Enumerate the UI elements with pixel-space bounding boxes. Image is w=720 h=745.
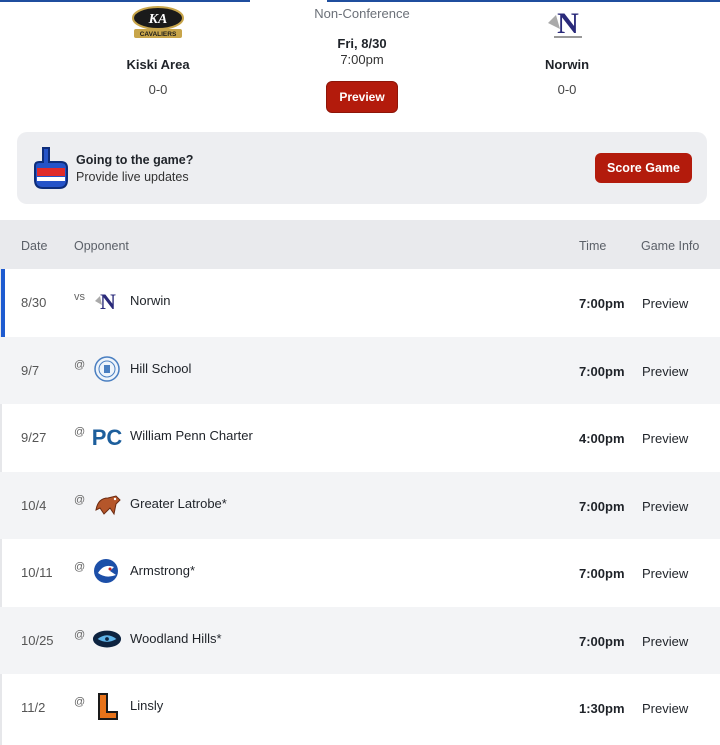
col-game-info: Game Info (641, 239, 700, 253)
svg-text:N: N (100, 289, 116, 314)
row-opponent[interactable]: Hill School (130, 361, 191, 376)
row-time: 7:00pm (579, 296, 625, 311)
table-row[interactable]: 9/7 @ Hill School 7:00pm Preview (0, 336, 720, 404)
row-time: 4:00pm (579, 431, 625, 446)
row-time: 7:00pm (579, 498, 625, 514)
schedule-list: 8/30 vs N Norwin 7:00pm Preview 9/7 @ Hi… (0, 269, 720, 742)
foam-finger-icon (31, 146, 69, 190)
row-preview-link[interactable]: Preview (642, 566, 688, 581)
table-row[interactable]: 9/27 @ PC William Penn Charter 4:00pm Pr… (0, 404, 720, 472)
row-opponent[interactable]: Norwin (130, 293, 170, 308)
norwin-logo: N (537, 3, 597, 43)
linsly-logo (92, 691, 122, 721)
row-opponent[interactable]: Linsly (130, 698, 163, 713)
row-date: 10/25 (21, 632, 54, 648)
score-game-button[interactable]: Score Game (595, 153, 692, 183)
row-time: 7:00pm (579, 633, 625, 649)
away-team-record: 0-0 (557, 82, 577, 97)
svg-text:N: N (557, 7, 579, 40)
game-time: 7:00pm (340, 52, 384, 67)
row-location: @ (74, 358, 86, 371)
col-date: Date (21, 239, 48, 253)
row-date: 9/27 (21, 430, 47, 445)
row-location: @ (74, 493, 86, 506)
row-date: 11/2 (21, 700, 46, 715)
table-row[interactable]: 8/30 vs N Norwin 7:00pm Preview (0, 269, 720, 337)
row-date: 9/7 (21, 362, 40, 378)
woodland-hills-logo (92, 624, 122, 654)
banner-subtitle: Provide live updates (76, 170, 189, 184)
col-opponent: Opponent (74, 239, 129, 253)
svg-text:CAVALIERS: CAVALIERS (140, 31, 177, 38)
row-location: @ (74, 628, 86, 641)
game-info: Non-Conference Fri, 8/30 7:00pm Preview (262, 6, 462, 113)
row-opponent[interactable]: Woodland Hills* (130, 631, 222, 646)
row-opponent[interactable]: William Penn Charter (130, 428, 253, 443)
row-preview-link[interactable]: Preview (642, 364, 688, 379)
preview-button[interactable]: Preview (326, 81, 398, 113)
game-date: Fri, 8/30 (337, 36, 387, 51)
row-preview-link[interactable]: Preview (642, 701, 688, 716)
row-time: 1:30pm (579, 701, 625, 716)
armstrong-logo (92, 556, 122, 586)
col-time: Time (579, 239, 607, 253)
game-matchup: KA CAVALIERS Kiski Area 0-0 Non-Conferen… (0, 0, 720, 125)
live-updates-banner: Going to the game? Provide live updates … (17, 132, 707, 204)
svg-text:PC: PC (92, 425, 122, 450)
norwin-logo: N (92, 286, 122, 316)
away-team-name[interactable]: Norwin (492, 57, 642, 72)
away-team[interactable]: N Norwin 0-0 (492, 0, 642, 97)
hill-school-logo (92, 354, 122, 384)
row-opponent[interactable]: Armstrong* (130, 563, 195, 578)
row-opponent[interactable]: Greater Latrobe* (130, 496, 227, 511)
table-row[interactable]: 10/4 @ Greater Latrobe* 7:00pm Preview (0, 471, 720, 539)
row-time: 7:00pm (579, 566, 625, 581)
row-location: @ (74, 696, 86, 708)
latrobe-logo (92, 489, 122, 519)
schedule-header: Date Opponent Time Game Info (0, 220, 720, 269)
row-preview-link[interactable]: Preview (642, 296, 688, 311)
kiski-area-logo: KA CAVALIERS (128, 3, 188, 43)
table-row[interactable]: 10/11 @ Armstrong* 7:00pm Preview (0, 539, 720, 607)
row-location: @ (74, 426, 86, 438)
svg-text:KA: KA (148, 12, 168, 27)
row-preview-link[interactable]: Preview (642, 499, 688, 514)
home-team-record: 0-0 (148, 82, 168, 97)
row-location: vs (74, 291, 85, 303)
row-preview-link[interactable]: Preview (642, 634, 688, 649)
row-time: 7:00pm (579, 363, 625, 379)
home-team[interactable]: KA CAVALIERS Kiski Area 0-0 (83, 0, 233, 97)
penn-charter-logo: PC (92, 421, 122, 451)
row-date: 10/11 (21, 565, 53, 580)
table-row[interactable]: 10/25 @ Woodland Hills* 7:00pm Preview (0, 606, 720, 674)
row-preview-link[interactable]: Preview (642, 431, 688, 446)
home-team-name[interactable]: Kiski Area (83, 57, 233, 72)
row-date: 10/4 (21, 497, 47, 513)
table-row[interactable]: 11/2 @ Linsly 1:30pm Preview (0, 674, 720, 742)
row-location: @ (74, 561, 86, 573)
conference-label: Non-Conference (314, 6, 410, 21)
banner-title: Going to the game? (76, 153, 194, 167)
row-date: 8/30 (21, 295, 47, 310)
